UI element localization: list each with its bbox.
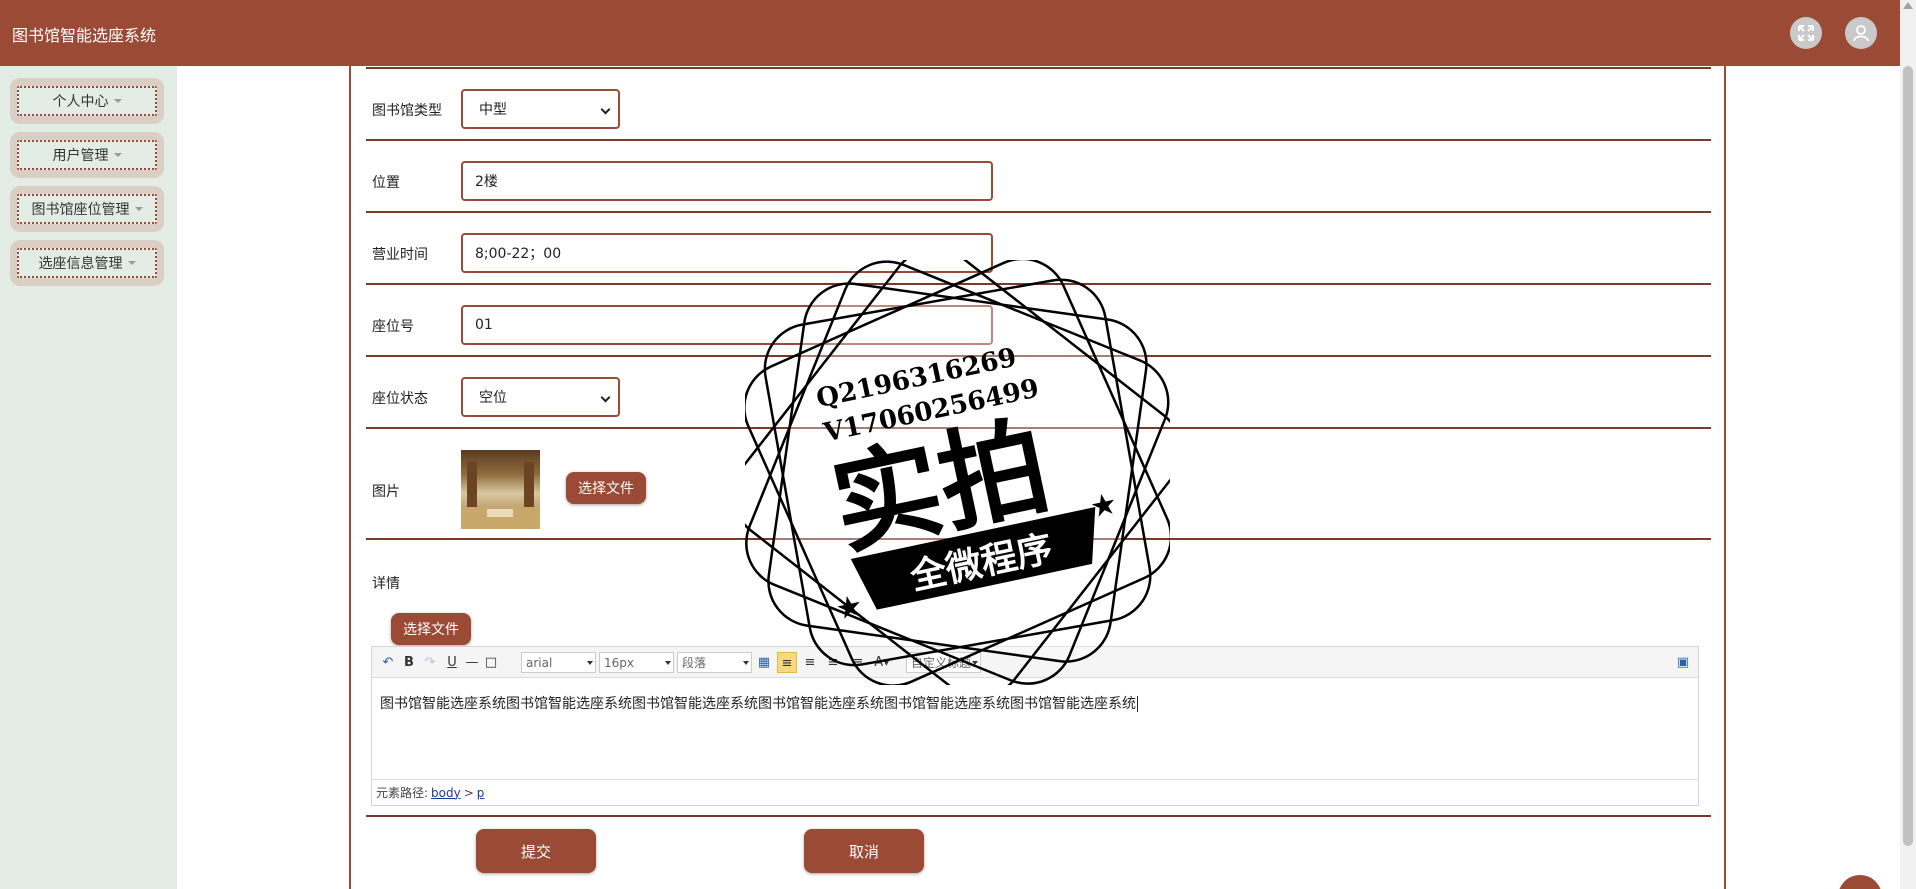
font-family-value: arial xyxy=(526,655,553,670)
seat-status-label: 座位状态 xyxy=(372,391,428,407)
cancel-button[interactable]: 取消 xyxy=(804,829,924,873)
chevron-down-icon xyxy=(127,261,136,265)
chevron-down-icon xyxy=(134,207,143,211)
divider xyxy=(366,815,1711,817)
chevron-down-icon xyxy=(665,661,671,665)
submit-button[interactable]: 提交 xyxy=(476,829,596,873)
horizontal-rule-icon[interactable]: — xyxy=(464,654,480,670)
scroll-up-icon[interactable] xyxy=(1903,2,1913,9)
path-separator: > xyxy=(463,785,474,800)
hours-label: 营业时间 xyxy=(372,247,428,263)
chevron-down-icon xyxy=(600,104,611,115)
editor-text: 图书馆智能选座系统图书馆智能选座系统图书馆智能选座系统图书馆智能选座系统图书馆智… xyxy=(380,696,1136,712)
seat-status-value: 空位 xyxy=(479,390,507,406)
image-label: 图片 xyxy=(372,484,400,500)
sidebar-item-label: 选座信息管理 xyxy=(38,256,123,272)
underline-icon[interactable]: U xyxy=(445,654,459,670)
location-value: 2楼 xyxy=(475,174,498,190)
sidebar-item-selection-management[interactable]: 选座信息管理 xyxy=(10,240,164,286)
details-choose-file-button[interactable]: 选择文件 xyxy=(391,613,471,645)
sidebar: 个人中心 用户管理 图书馆座位管理 选座信息管理 xyxy=(0,66,177,889)
paragraph-select[interactable]: 段落 xyxy=(677,652,752,673)
divider xyxy=(366,139,1711,141)
sidebar-item-personal-center[interactable]: 个人中心 xyxy=(10,78,164,124)
path-body-link[interactable]: body xyxy=(431,786,461,800)
library-photo xyxy=(461,450,540,529)
library-type-select[interactable]: 中型 xyxy=(461,89,620,129)
chevron-down-icon xyxy=(587,661,593,665)
seat-status-select[interactable]: 空位 xyxy=(461,377,620,417)
font-size-value: 16px xyxy=(604,655,634,670)
seat-no-value: 01 xyxy=(475,317,493,333)
bold-icon[interactable]: B xyxy=(402,654,416,670)
location-input[interactable]: 2楼 xyxy=(461,161,993,201)
redo-icon[interactable]: ↷ xyxy=(422,654,438,670)
fullscreen-editor-icon[interactable]: ▣ xyxy=(1675,654,1691,670)
scroll-thumb[interactable] xyxy=(1903,66,1913,846)
user-icon[interactable] xyxy=(1845,17,1877,49)
page-icon[interactable]: □ xyxy=(484,654,498,670)
paragraph-value: 段落 xyxy=(682,656,707,670)
divider xyxy=(366,211,1711,213)
divider xyxy=(366,67,1711,69)
fullscreen-icon[interactable] xyxy=(1790,17,1822,49)
editor-text-area[interactable]: 图书馆智能选座系统图书馆智能选座系统图书馆智能选座系统图书馆智能选座系统图书馆智… xyxy=(380,693,1138,713)
top-bar: 图书馆智能选座系统 xyxy=(0,0,1900,66)
form-frame-left xyxy=(349,66,351,889)
undo-icon[interactable]: ↶ xyxy=(380,654,396,670)
path-p-link[interactable]: p xyxy=(477,786,485,800)
details-label: 详情 xyxy=(372,576,400,592)
location-label: 位置 xyxy=(372,175,400,191)
element-path-bar: 元素路径: body > p xyxy=(372,779,1698,805)
element-path-label: 元素路径: xyxy=(376,786,429,800)
font-family-select[interactable]: arial xyxy=(521,652,596,673)
library-type-label: 图书馆类型 xyxy=(372,103,442,119)
form-frame-right xyxy=(1724,66,1726,889)
font-size-select[interactable]: 16px xyxy=(599,652,674,673)
seat-no-label: 座位号 xyxy=(372,319,414,335)
sidebar-item-label: 个人中心 xyxy=(52,94,109,110)
image-choose-file-button[interactable]: 选择文件 xyxy=(566,472,646,504)
text-caret xyxy=(1137,696,1138,712)
sidebar-item-user-management[interactable]: 用户管理 xyxy=(10,132,164,178)
hours-value: 8;00-22；00 xyxy=(475,246,562,262)
app-title: 图书馆智能选座系统 xyxy=(12,26,157,45)
library-type-value: 中型 xyxy=(479,102,507,118)
sidebar-item-label: 用户管理 xyxy=(52,148,109,164)
page-scrollbar[interactable] xyxy=(1900,0,1916,889)
watermark-stamp: Q2196316269 V17060256499 实拍 全微程序 ★ ★ xyxy=(731,247,1183,698)
sidebar-item-label: 图书馆座位管理 xyxy=(31,202,130,218)
chevron-down-icon xyxy=(600,392,611,403)
chevron-down-icon xyxy=(113,153,122,157)
chevron-down-icon xyxy=(113,99,122,103)
sidebar-item-seat-management[interactable]: 图书馆座位管理 xyxy=(10,186,164,232)
